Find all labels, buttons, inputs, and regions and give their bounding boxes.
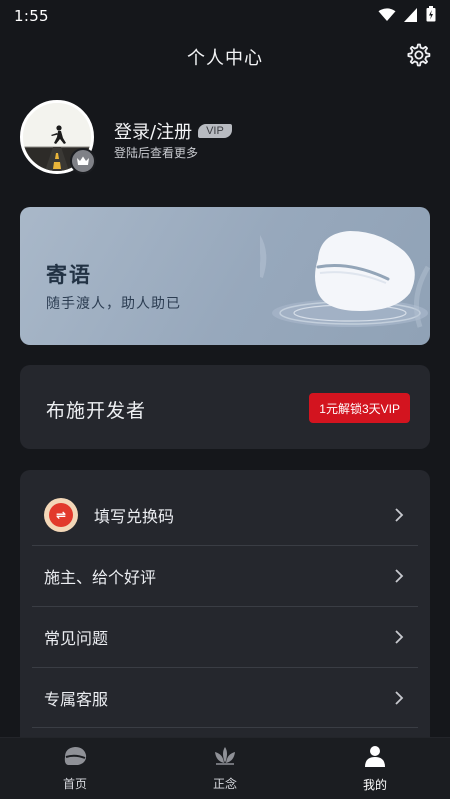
banner-title: 寄语 [46, 263, 92, 287]
page-title: 个人中心 [187, 48, 263, 69]
profile-section[interactable]: 登录/注册 VIP 登陆后查看更多 [20, 100, 430, 180]
menu-item-redeem-code[interactable]: ⇌ 填写兑换码 [32, 484, 418, 546]
login-subtitle: 登陆后查看更多 [114, 146, 199, 160]
chevron-right-icon [394, 507, 404, 523]
coupon-icon: ⇌ [44, 497, 78, 532]
chevron-right-icon [394, 690, 404, 706]
settings-button[interactable] [404, 43, 432, 71]
donate-title: 布施开发者 [46, 400, 147, 422]
donate-card[interactable]: 布施开发者 1元解锁3天VIP [20, 365, 430, 449]
battery-icon [426, 6, 436, 26]
menu-item-label: 填写兑换码 [94, 506, 175, 526]
gear-icon [405, 42, 431, 72]
status-bar: 1:55 [0, 0, 450, 32]
menu-item-customer-service[interactable]: 专属客服 [32, 668, 418, 728]
vip-badge: VIP [198, 124, 232, 138]
wooden-fish-illustration [260, 231, 430, 328]
signal-icon [404, 7, 418, 26]
nav-mindfulness[interactable]: 正念 [150, 738, 300, 799]
menu-item-label: 专属客服 [44, 689, 109, 709]
nav-label: 我的 [362, 778, 387, 792]
nav-home[interactable]: 首页 [0, 738, 150, 799]
bottom-nav: 首页 正念 我的 [0, 737, 450, 799]
crown-icon [76, 152, 90, 171]
menu-item-label: 施主、给个好评 [44, 568, 157, 587]
status-time: 1:55 [14, 7, 49, 25]
menu-card: ⇌ 填写兑换码 施主、给个好评 常见问题 专属客服 [20, 470, 430, 770]
chevron-right-icon [394, 568, 404, 584]
home-icon [62, 745, 88, 771]
menu-item-rate-app[interactable]: 施主、给个好评 [32, 546, 418, 607]
lotus-icon [212, 745, 238, 771]
menu-item-label: 常见问题 [44, 629, 109, 648]
login-register-link[interactable]: 登录/注册 [114, 118, 192, 144]
banner-subtitle: 随手渡人，助人助已 [46, 296, 181, 312]
status-icons [378, 6, 436, 26]
nav-profile[interactable]: 我的 [300, 738, 450, 799]
chevron-right-icon [394, 629, 404, 645]
nav-label: 首页 [62, 777, 87, 791]
unlock-vip-button[interactable]: 1元解锁3天VIP [309, 393, 410, 423]
header: 个人中心 [0, 34, 450, 80]
wifi-icon [378, 7, 396, 26]
user-icon [363, 744, 387, 772]
login-line[interactable]: 登录/注册 VIP [114, 118, 232, 144]
menu-item-faq[interactable]: 常见问题 [32, 607, 418, 668]
quote-banner[interactable]: 寄语 随手渡人，助人助已 [20, 207, 430, 345]
crown-badge [70, 148, 96, 174]
nav-label: 正念 [212, 777, 237, 791]
